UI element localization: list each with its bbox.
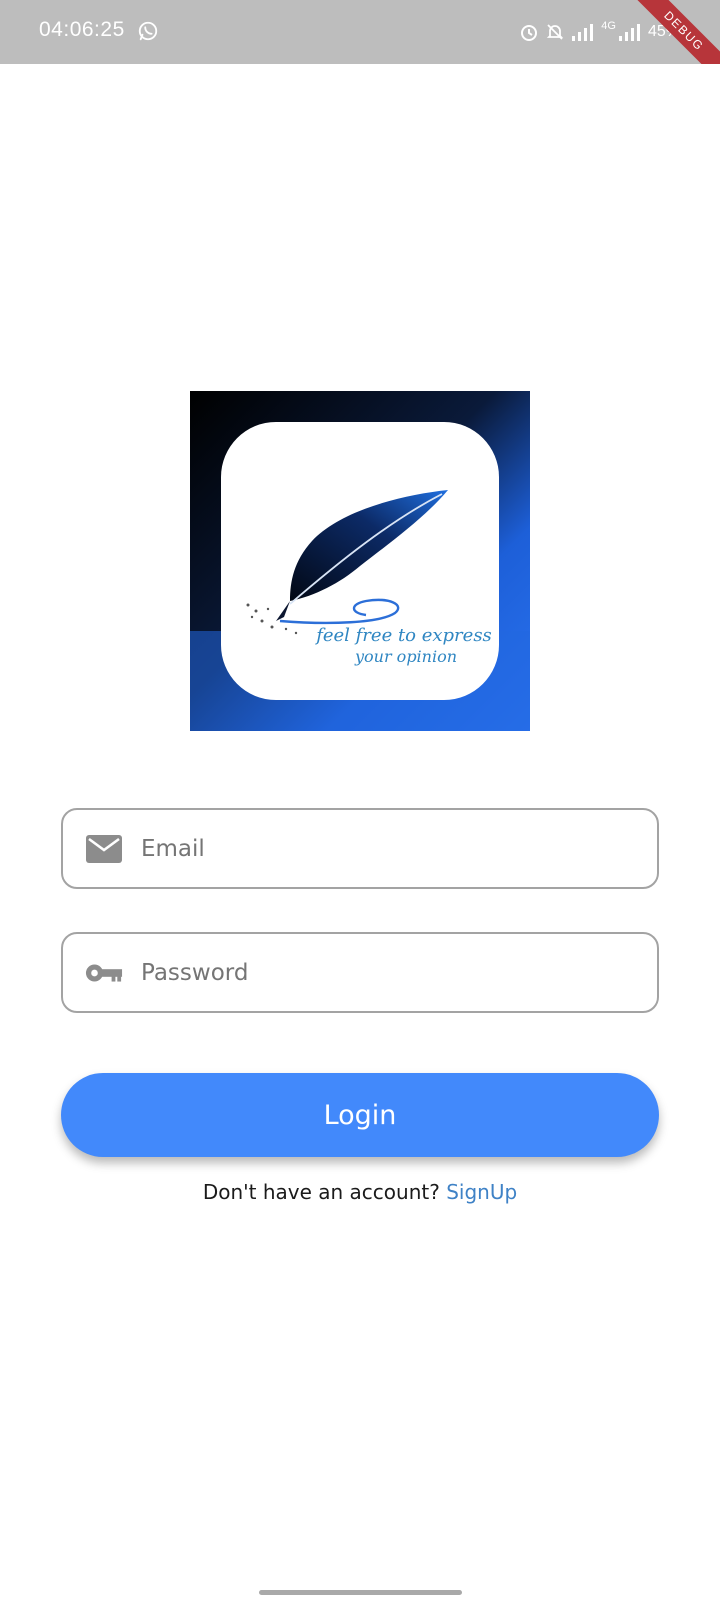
mute-icon [547, 24, 564, 40]
login-button[interactable]: Login [61, 1073, 659, 1157]
status-icons: 4G 45% [519, 19, 680, 45]
status-bar: 04:06:25 4G 45% DEBUG [0, 0, 720, 64]
email-input[interactable] [141, 810, 641, 887]
envelope-icon [85, 830, 123, 868]
network-type: 4G [601, 20, 616, 32]
app-logo: feel free to express your opinion [190, 391, 530, 731]
signup-link[interactable]: SignUp [446, 1180, 517, 1204]
email-field[interactable] [61, 808, 659, 889]
network-signal-icon [618, 24, 640, 41]
signup-prompt-row: Don't have an account? SignUp [0, 1180, 720, 1204]
password-field[interactable] [61, 932, 659, 1013]
signup-prompt-text: Don't have an account? [202, 1180, 440, 1204]
home-indicator[interactable] [259, 1590, 462, 1595]
alarm-icon [521, 25, 538, 41]
password-input[interactable] [141, 934, 641, 1011]
key-icon [85, 954, 123, 992]
signal-icon [572, 24, 594, 41]
whatsapp-icon [138, 21, 158, 41]
status-time: 04:06:25 [39, 18, 125, 41]
logo-tagline-line2: your opinion [354, 647, 457, 666]
logo-tagline-line1: feel free to express [314, 625, 492, 646]
